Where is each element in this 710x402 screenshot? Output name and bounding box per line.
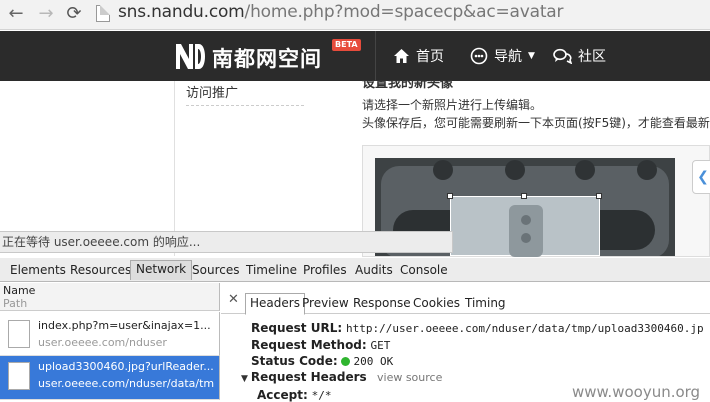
disclosure-triangle-icon: ▼ <box>241 374 248 384</box>
tab-timeline[interactable]: Timeline <box>246 263 297 277</box>
crop-handle-nw[interactable] <box>447 193 453 199</box>
sidebar-separator <box>186 105 304 106</box>
request-name: upload3300460.jpg?urlReader... <box>38 360 214 373</box>
tab-timing[interactable]: Timing <box>465 296 506 310</box>
back-arrow-icon[interactable]: ← <box>4 3 28 27</box>
nandu-logo-icon[interactable] <box>174 41 208 71</box>
accept-label: Accept: <box>257 388 308 402</box>
column-name[interactable]: Name <box>3 284 35 297</box>
watermark: www.wooyun.org <box>572 383 701 401</box>
tab-audits[interactable]: Audits <box>355 263 393 277</box>
chevron-down-icon: ▼ <box>528 51 535 61</box>
request-method-value: GET <box>370 339 391 352</box>
request-headers-label: Request Headers <box>250 370 367 384</box>
page-icon <box>96 5 110 22</box>
nav-home-label: 首页 <box>416 49 444 65</box>
forward-arrow-icon[interactable]: → <box>34 3 58 27</box>
view-source-link[interactable]: view source <box>377 371 442 384</box>
status-ok-icon <box>341 357 351 366</box>
tab-preview[interactable]: Preview <box>302 296 349 310</box>
tab-headers[interactable]: Headers <box>245 293 305 315</box>
nav-guide-label: 导航 <box>494 49 522 65</box>
request-method-label: Request Method: <box>251 338 367 352</box>
status-code-row: Status Code: 200 OK <box>251 354 393 368</box>
tab-cookies[interactable]: Cookies <box>413 296 460 310</box>
tab-elements[interactable]: Elements <box>10 263 66 277</box>
instruction-text: 请选择一个新照片进行上传编辑。 <box>362 98 543 112</box>
request-headers-toggle[interactable]: ▼ Request Headers <box>241 370 367 384</box>
page-title: 设置我的新头像 <box>362 80 454 91</box>
accept-row: Accept: */* <box>257 388 331 402</box>
nav-divider <box>375 31 376 81</box>
compass-icon <box>470 47 488 65</box>
chat-icon <box>553 48 572 64</box>
request-method-row: Request Method: GET <box>251 338 390 352</box>
request-name: index.php?m=user&inajax=1... <box>38 319 211 332</box>
request-path: user.oeeee.com/nduser/data/tm <box>38 377 215 390</box>
file-icon <box>8 362 30 390</box>
status-code-label: Status Code: <box>251 354 338 368</box>
tab-response[interactable]: Response <box>353 296 411 310</box>
nav-guide[interactable]: 导航 ▼ <box>470 46 535 66</box>
tab-network[interactable]: Network <box>130 260 193 280</box>
url-host: sns.nandu.com <box>118 2 245 22</box>
request-url-label: Request URL: <box>251 321 343 335</box>
request-row-selected[interactable]: upload3300460.jpg?urlReader... user.oeee… <box>0 356 220 400</box>
tab-profiles[interactable]: Profiles <box>303 263 347 277</box>
url-path: /home.php?mod=spacecp&ac=avatar <box>244 2 564 22</box>
crop-selection[interactable] <box>450 196 600 257</box>
file-icon <box>8 320 30 348</box>
reload-icon[interactable]: ⟳ <box>62 3 86 27</box>
nav-community-label: 社区 <box>578 49 606 65</box>
beta-badge: BETA <box>332 39 361 51</box>
status-code-value: 200 OK <box>353 355 394 368</box>
sidebar-item-promote[interactable]: 访问推广 <box>186 82 238 101</box>
request-path: user.oeeee.com/nduser <box>38 336 167 349</box>
close-icon[interactable]: ✕ <box>228 292 239 307</box>
request-url-value: http://user.oeeee.com/nduser/data/tmp/up… <box>345 322 704 335</box>
crop-handle-n[interactable] <box>521 193 527 199</box>
nav-home[interactable]: 首页 <box>393 46 444 66</box>
request-url-row: Request URL: http://user.oeeee.com/nduse… <box>251 321 704 335</box>
crop-handle-ne[interactable] <box>596 193 602 199</box>
address-bar[interactable]: sns.nandu.com/home.php?mod=spacecp&ac=av… <box>118 2 563 22</box>
tab-console[interactable]: Console <box>400 263 448 277</box>
home-icon <box>394 49 409 63</box>
tab-sources[interactable]: Sources <box>192 263 239 277</box>
column-path: Path <box>3 297 28 310</box>
site-logo-text[interactable]: 南都网空间 <box>212 43 322 73</box>
sidebar-divider <box>174 81 175 256</box>
loading-status: 正在等待 user.oeeee.com 的响应... <box>0 231 453 253</box>
refresh-hint-text: 头像保存后，您可能需要刷新一下本页面(按F5键)，才能查看最新 <box>362 116 710 130</box>
tab-resources[interactable]: Resources <box>70 263 131 277</box>
nav-community[interactable]: 社区 <box>553 46 606 66</box>
chevron-left-icon[interactable]: ❮ <box>692 160 710 194</box>
accept-value: */* <box>311 389 332 402</box>
request-row[interactable]: index.php?m=user&inajax=1... user.oeeee.… <box>0 312 220 356</box>
